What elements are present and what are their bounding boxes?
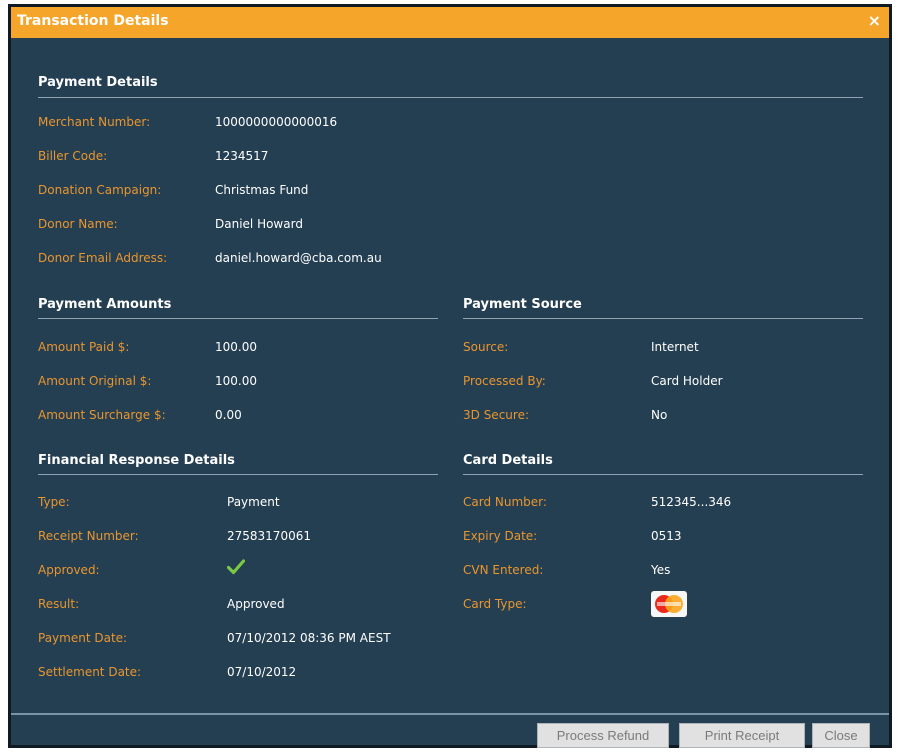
payment-date-value: 07/10/2012 08:36 PM AEST: [227, 631, 391, 645]
dialog-titlebar: Transaction Details ×: [11, 7, 889, 38]
receipt-number-value: 27583170061: [227, 529, 311, 543]
card-number-label: Card Number:: [463, 495, 547, 509]
biller-code-value: 1234517: [215, 149, 269, 163]
merchant-number-label: Merchant Number:: [38, 115, 151, 129]
card-type-label: Card Type:: [463, 597, 527, 611]
processed-by-label: Processed By:: [463, 374, 546, 388]
donor-email-label: Donor Email Address:: [38, 251, 168, 265]
3d-secure-label: 3D Secure:: [463, 408, 529, 422]
card-number-value: 512345...346: [651, 495, 732, 509]
receipt-number-label: Receipt Number:: [38, 529, 139, 543]
footer-divider: [11, 713, 889, 715]
print-receipt-button[interactable]: Print Receipt: [679, 723, 805, 748]
process-refund-button[interactable]: Process Refund: [537, 723, 669, 748]
amount-surcharge-label: Amount Surcharge $:: [38, 408, 166, 422]
close-icon[interactable]: ×: [868, 11, 881, 30]
check-icon: [227, 559, 245, 575]
donor-name-value: Daniel Howard: [215, 217, 303, 231]
financial-response-divider: [38, 474, 438, 475]
payment-amounts-divider: [38, 318, 438, 319]
source-label: Source:: [463, 340, 509, 354]
processed-by-value: Card Holder: [651, 374, 723, 388]
3d-secure-value: No: [651, 408, 668, 422]
cvn-entered-value: Yes: [651, 563, 671, 577]
payment-amounts-heading: Payment Amounts: [38, 297, 172, 312]
settlement-date-value: 07/10/2012: [227, 665, 297, 679]
result-label: Result:: [38, 597, 80, 611]
payment-source-heading: Payment Source: [463, 297, 582, 312]
type-label: Type:: [38, 495, 70, 509]
card-details-heading: Card Details: [463, 453, 553, 468]
transaction-details-dialog: Transaction Details × Payment Details Me…: [8, 4, 892, 748]
cvn-entered-label: CVN Entered:: [463, 563, 544, 577]
source-value: Internet: [651, 340, 699, 354]
approved-label: Approved:: [38, 563, 100, 577]
close-button[interactable]: Close: [812, 723, 870, 748]
mastercard-icon: [651, 591, 687, 617]
payment-source-divider: [463, 318, 863, 319]
amount-original-value: 100.00: [215, 374, 257, 388]
payment-date-label: Payment Date:: [38, 631, 128, 645]
donor-name-label: Donor Name:: [38, 217, 118, 231]
financial-response-heading: Financial Response Details: [38, 453, 235, 468]
donor-email-value: daniel.howard@cba.com.au: [215, 251, 382, 265]
card-details-divider: [463, 474, 863, 475]
amount-paid-value: 100.00: [215, 340, 257, 354]
merchant-number-value: 1000000000000016: [215, 115, 338, 129]
payment-details-divider: [38, 97, 863, 98]
dialog-title: Transaction Details: [17, 13, 169, 29]
amount-surcharge-value: 0.00: [215, 408, 242, 422]
payment-details-heading: Payment Details: [38, 75, 158, 90]
biller-code-label: Biller Code:: [38, 149, 108, 163]
result-value: Approved: [227, 597, 285, 611]
type-value: Payment: [227, 495, 280, 509]
amount-original-label: Amount Original $:: [38, 374, 152, 388]
amount-paid-label: Amount Paid $:: [38, 340, 130, 354]
donation-campaign-label: Donation Campaign:: [38, 183, 162, 197]
donation-campaign-value: Christmas Fund: [215, 183, 309, 197]
expiry-date-label: Expiry Date:: [463, 529, 538, 543]
expiry-date-value: 0513: [651, 529, 682, 543]
settlement-date-label: Settlement Date:: [38, 665, 142, 679]
